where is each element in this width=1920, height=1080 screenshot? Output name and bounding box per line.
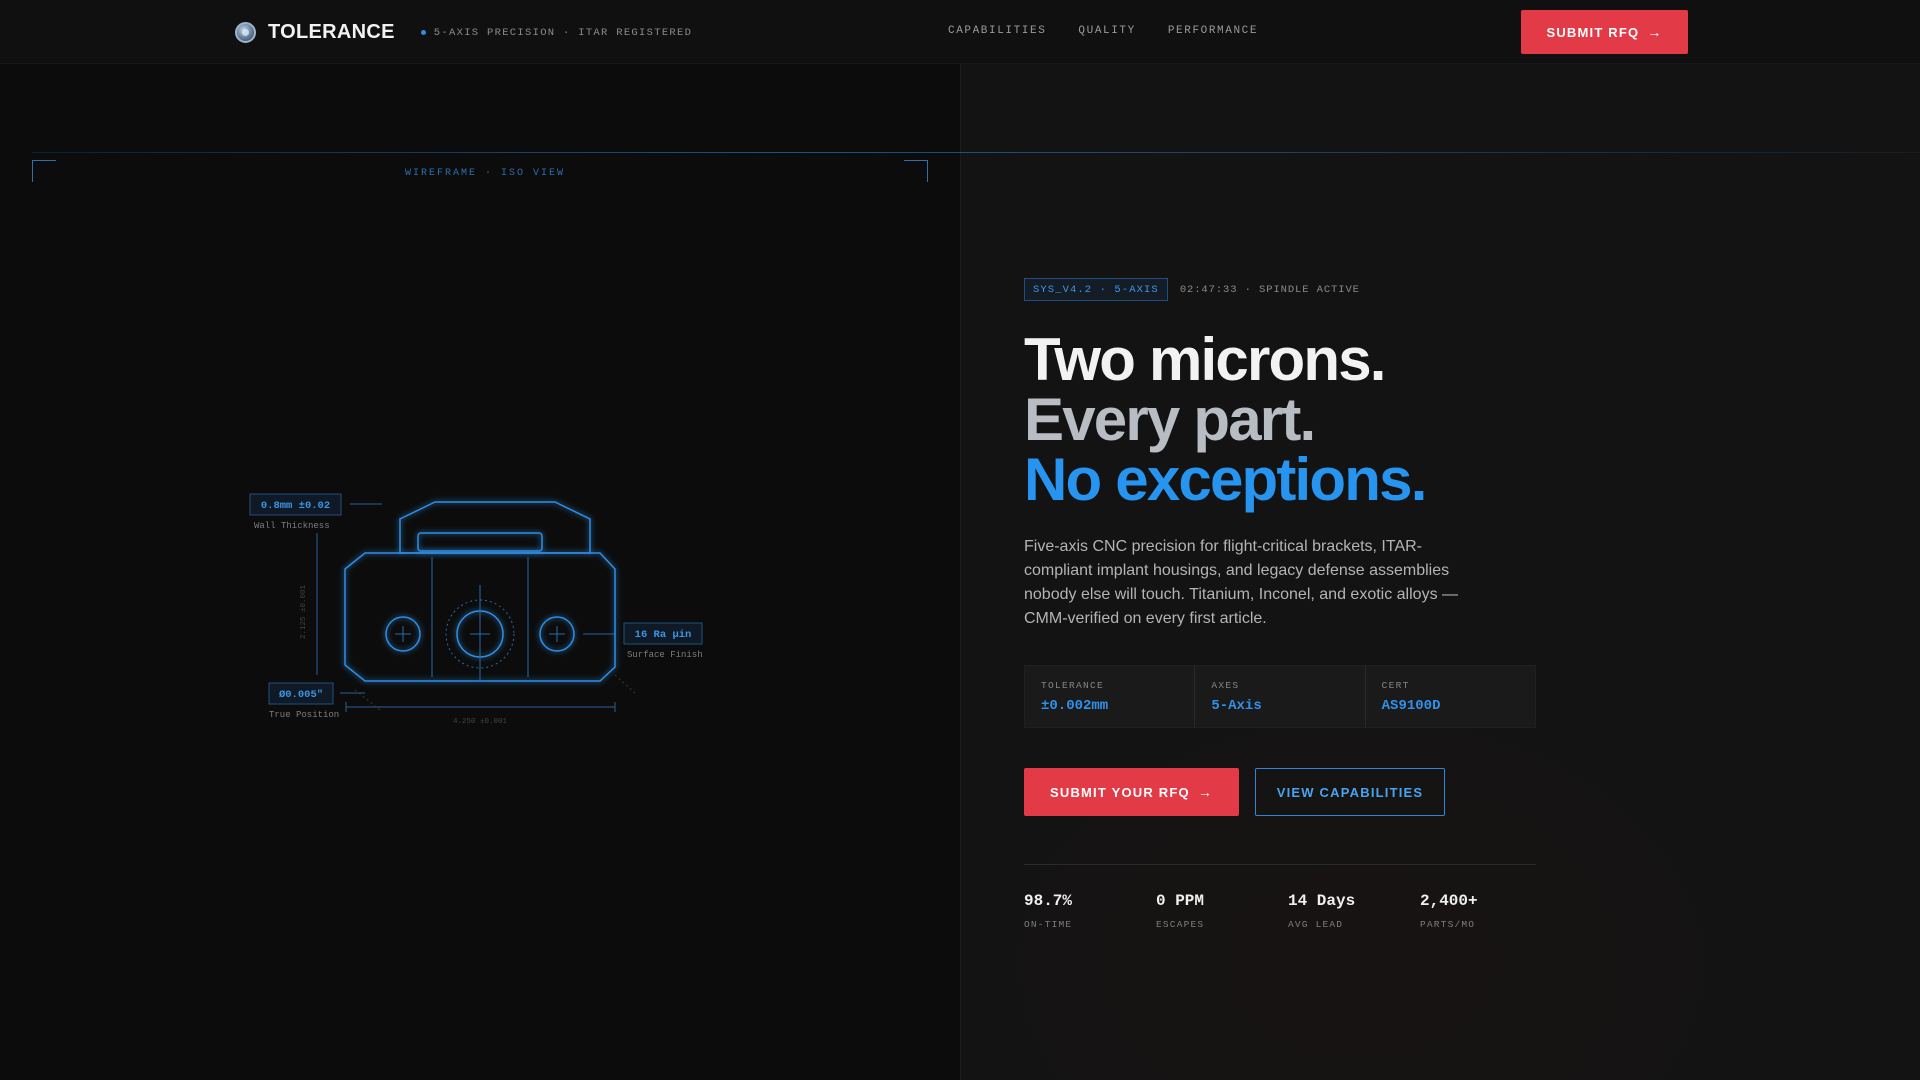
surface-finish-value: 16 Ra µin xyxy=(635,629,692,641)
view-capabilities-label: VIEW CAPABILITIES xyxy=(1276,784,1424,800)
stat-parts-per-month: 2,400+ PARTS/MO xyxy=(1420,892,1552,930)
globe-logo-icon xyxy=(235,22,256,43)
frame-corner-top-right xyxy=(904,160,928,182)
surface-finish-label: Surface Finish xyxy=(627,650,703,660)
stat-avg-lead: 14 Days AVG LEAD xyxy=(1288,892,1420,930)
spec-tolerance: TOLERANCE ±0.002mm xyxy=(1025,666,1196,727)
stat-value: 2,400+ xyxy=(1420,892,1478,910)
callout-wall-thickness: 0.8mm ±0.02 Wall Thickness xyxy=(249,493,342,531)
frame-corner-top-left xyxy=(32,160,56,182)
part-wireframe: 0.8mm ±0.02 Wall Thickness 16 Ra µin Sur… xyxy=(249,493,703,726)
system-status-row: SYS_V4.2 · 5-AXIS 02:47:33 · SPINDLE ACT… xyxy=(1024,278,1360,301)
stat-value: 14 Days xyxy=(1288,892,1356,910)
nav-links: CAPABILITIES QUALITY PERFORMANCE xyxy=(948,25,1258,37)
stat-label: AVG LEAD xyxy=(1288,919,1344,930)
headline-line-3: No exceptions. xyxy=(1024,446,1427,513)
arrow-right-icon: → xyxy=(1197,784,1214,800)
width-dimension: 4.250 ±0.001 xyxy=(453,718,508,726)
spec-axes: AXES 5-Axis xyxy=(1195,666,1366,727)
hero-description: Five-axis CNC precision for flight-criti… xyxy=(1024,538,1459,627)
true-position-label: True Position xyxy=(269,710,339,720)
headline-line-2: Every part. xyxy=(1024,386,1316,453)
stat-escapes: 0 PPM ESCAPES xyxy=(1156,892,1288,930)
submit-rfq-label: SUBMIT RFQ xyxy=(1546,24,1640,40)
wireframe-view-label: WIREFRAME · ISO VIEW xyxy=(405,168,566,179)
system-version-badge: SYS_V4.2 · 5-AXIS xyxy=(1024,278,1168,301)
stat-label: ON-TIME xyxy=(1024,919,1073,930)
submit-rfq-button[interactable]: SUBMIT RFQ → xyxy=(1521,10,1688,54)
callout-true-position: Ø0.005" True Position xyxy=(268,682,339,720)
brand-name: TOLERANCE xyxy=(268,21,395,43)
nav-link-performance[interactable]: PERFORMANCE xyxy=(1168,25,1258,37)
submit-your-rfq-button[interactable]: SUBMIT YOUR RFQ → xyxy=(1024,768,1239,816)
stats-divider xyxy=(1024,864,1536,865)
view-capabilities-button[interactable]: VIEW CAPABILITIES xyxy=(1255,768,1445,816)
stat-label: PARTS/MO xyxy=(1420,919,1476,930)
status-dot-icon xyxy=(420,30,426,35)
arrow-right-icon: → xyxy=(1647,24,1663,40)
spec-value: ±0.002mm xyxy=(1041,698,1109,714)
nav-link-capabilities[interactable]: CAPABILITIES xyxy=(948,25,1046,37)
nav-link-quality[interactable]: QUALITY xyxy=(1078,25,1135,37)
headline-line-1: Two microns. xyxy=(1024,326,1386,393)
stat-label: ESCAPES xyxy=(1156,919,1205,930)
brand-tagline: 5-AXIS PRECISION · ITAR REGISTERED xyxy=(420,26,693,39)
hero-headline: Two microns. Every part. No exceptions. xyxy=(1024,326,1427,513)
scan-line xyxy=(32,152,1920,153)
spec-value: 5-Axis xyxy=(1211,698,1262,714)
wall-thickness-value: 0.8mm ±0.02 xyxy=(261,500,330,512)
top-navigation: TOLERANCE 5-AXIS PRECISION · ITAR REGIST… xyxy=(0,0,1920,64)
stat-value: 0 PPM xyxy=(1156,892,1205,910)
wall-thickness-label: Wall Thickness xyxy=(254,521,330,531)
spec-label: CERT xyxy=(1381,680,1410,691)
true-position-value: Ø0.005" xyxy=(279,689,323,701)
brand[interactable]: TOLERANCE 5-AXIS PRECISION · ITAR REGIST… xyxy=(235,21,692,44)
spec-value: AS9100D xyxy=(1381,698,1441,714)
spec-label: AXES xyxy=(1211,680,1240,691)
spec-label: TOLERANCE xyxy=(1041,680,1105,691)
stats-row: 98.7% ON-TIME 0 PPM ESCAPES 14 Days AVG … xyxy=(1024,892,1552,930)
height-dimension: 2.125 ±0.001 xyxy=(300,584,308,639)
spec-grid: TOLERANCE ±0.002mm AXES 5-Axis CERT AS91… xyxy=(1024,665,1536,728)
spec-cert: CERT AS9100D xyxy=(1366,666,1535,727)
callout-surface-finish: 16 Ra µin Surface Finish xyxy=(623,622,703,660)
brand-tagline-text: 5-AXIS PRECISION · ITAR REGISTERED xyxy=(433,26,693,39)
stat-value: 98.7% xyxy=(1024,892,1073,910)
submit-your-rfq-label: SUBMIT YOUR RFQ xyxy=(1049,784,1190,800)
spindle-status: 02:47:33 · SPINDLE ACTIVE xyxy=(1179,283,1360,296)
stat-on-time: 98.7% ON-TIME xyxy=(1024,892,1156,930)
